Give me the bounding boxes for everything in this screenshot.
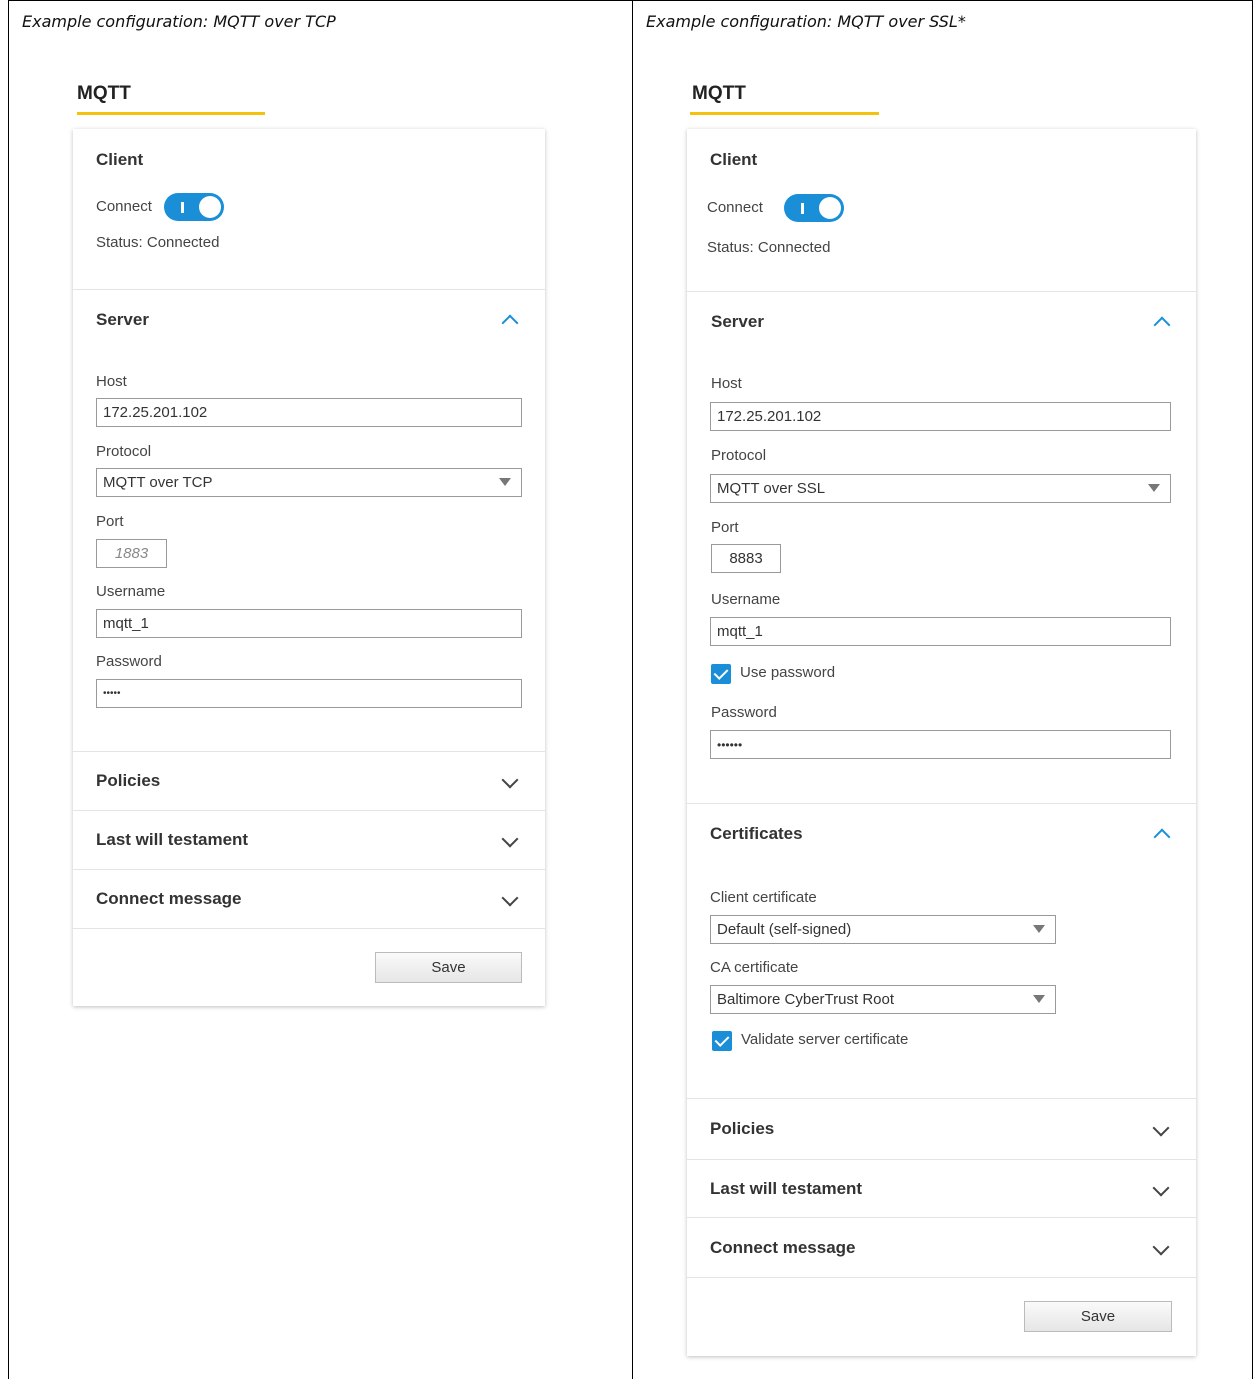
- protocol-label: Protocol: [711, 447, 767, 464]
- column-divider: [632, 0, 633, 1379]
- dropdown-arrow-icon: [1148, 484, 1160, 492]
- server-section-title: Server: [711, 312, 764, 331]
- chevron-down-icon[interactable]: [1152, 1238, 1170, 1256]
- dropdown-arrow-icon: [1033, 925, 1045, 933]
- section-divider: [687, 1217, 1196, 1218]
- password-label: Password: [96, 653, 162, 670]
- toggle-knob: [819, 197, 841, 219]
- port-input[interactable]: 8883: [711, 544, 781, 573]
- use-password-checkbox[interactable]: [711, 664, 731, 684]
- chevron-down-icon[interactable]: [501, 889, 519, 907]
- protocol-label: Protocol: [96, 443, 152, 460]
- left-brand-underline: [77, 112, 265, 115]
- section-divider: [73, 751, 545, 752]
- save-button[interactable]: Save: [375, 952, 522, 983]
- protocol-select[interactable]: MQTT over TCP: [96, 468, 522, 497]
- chevron-up-icon[interactable]: [501, 314, 519, 332]
- dropdown-arrow-icon: [499, 478, 511, 486]
- section-divider: [687, 1277, 1196, 1278]
- client-certificate-select[interactable]: Default (self-signed): [710, 915, 1056, 944]
- section-divider: [687, 1159, 1196, 1160]
- client-certificate-value: Default (self-signed): [717, 921, 852, 938]
- chevron-down-icon[interactable]: [1152, 1179, 1170, 1197]
- validate-certificate-label: Validate server certificate: [741, 1031, 909, 1048]
- section-divider: [73, 869, 545, 870]
- connect-message-section-title[interactable]: Connect message: [710, 1238, 856, 1258]
- chevron-down-icon[interactable]: [501, 830, 519, 848]
- ca-certificate-value: Baltimore CyberTrust Root: [717, 991, 894, 1008]
- toggle-on-mark: [181, 202, 184, 213]
- username-input[interactable]: mqtt_1: [710, 617, 1171, 646]
- section-divider: [687, 803, 1196, 804]
- section-divider: [687, 291, 1196, 292]
- section-divider: [73, 928, 545, 929]
- chevron-down-icon[interactable]: [1152, 1119, 1170, 1137]
- policies-section-title[interactable]: Policies: [96, 771, 160, 791]
- host-input[interactable]: 172.25.201.102: [96, 398, 522, 427]
- port-label: Port: [711, 519, 739, 536]
- host-label: Host: [96, 373, 127, 390]
- ca-certificate-select[interactable]: Baltimore CyberTrust Root: [710, 985, 1056, 1014]
- status-text: Status: Connected: [96, 234, 220, 251]
- username-input[interactable]: mqtt_1: [96, 609, 522, 638]
- connect-toggle[interactable]: [784, 194, 844, 222]
- protocol-select-value: MQTT over SSL: [717, 480, 826, 497]
- section-divider: [73, 810, 545, 811]
- dropdown-arrow-icon: [1033, 995, 1045, 1003]
- connect-label: Connect: [96, 198, 152, 215]
- status-text: Status: Connected: [707, 239, 831, 256]
- client-section-title: Client: [710, 150, 758, 169]
- client-certificate-label: Client certificate: [710, 889, 817, 906]
- validate-certificate-checkbox[interactable]: [712, 1031, 732, 1051]
- right-mqtt-card: Client Connect Status: Connected Server …: [687, 129, 1196, 1356]
- password-label: Password: [711, 704, 777, 721]
- policies-section-title[interactable]: Policies: [710, 1119, 774, 1139]
- connect-label: Connect: [707, 199, 763, 216]
- connect-message-section-title[interactable]: Connect message: [96, 889, 242, 909]
- password-input[interactable]: •••••: [96, 679, 522, 708]
- last-will-section-title[interactable]: Last will testament: [710, 1179, 862, 1199]
- chevron-down-icon[interactable]: [501, 771, 519, 789]
- username-label: Username: [711, 591, 781, 608]
- toggle-on-mark: [801, 203, 804, 214]
- password-input[interactable]: ••••••: [710, 730, 1171, 759]
- section-divider: [73, 289, 545, 290]
- left-brand-title: MQTT: [77, 83, 131, 104]
- port-label: Port: [96, 513, 124, 530]
- right-brand-underline: [690, 112, 879, 115]
- right-brand-title: MQTT: [692, 83, 746, 104]
- host-label: Host: [711, 375, 742, 392]
- host-input[interactable]: 172.25.201.102: [710, 402, 1171, 431]
- chevron-up-icon[interactable]: [1153, 828, 1171, 846]
- right-caption: Example configuration: MQTT over SSL*: [646, 12, 966, 31]
- last-will-section-title[interactable]: Last will testament: [96, 830, 248, 850]
- username-label: Username: [96, 583, 166, 600]
- client-section-title: Client: [96, 150, 144, 169]
- connect-toggle[interactable]: [164, 193, 224, 221]
- section-divider: [687, 1098, 1196, 1099]
- ca-certificate-label: CA certificate: [710, 959, 799, 976]
- use-password-label: Use password: [740, 664, 836, 681]
- server-section-title: Server: [96, 310, 149, 329]
- certificates-section-title: Certificates: [710, 824, 803, 843]
- protocol-select-value: MQTT over TCP: [103, 474, 213, 491]
- port-input[interactable]: 1883: [96, 539, 167, 568]
- protocol-select[interactable]: MQTT over SSL: [710, 474, 1171, 503]
- chevron-up-icon[interactable]: [1153, 316, 1171, 334]
- save-button[interactable]: Save: [1024, 1301, 1172, 1332]
- toggle-knob: [199, 196, 221, 218]
- left-caption: Example configuration: MQTT over TCP: [22, 12, 336, 31]
- left-mqtt-card: Client Connect Status: Connected Server …: [73, 129, 545, 1006]
